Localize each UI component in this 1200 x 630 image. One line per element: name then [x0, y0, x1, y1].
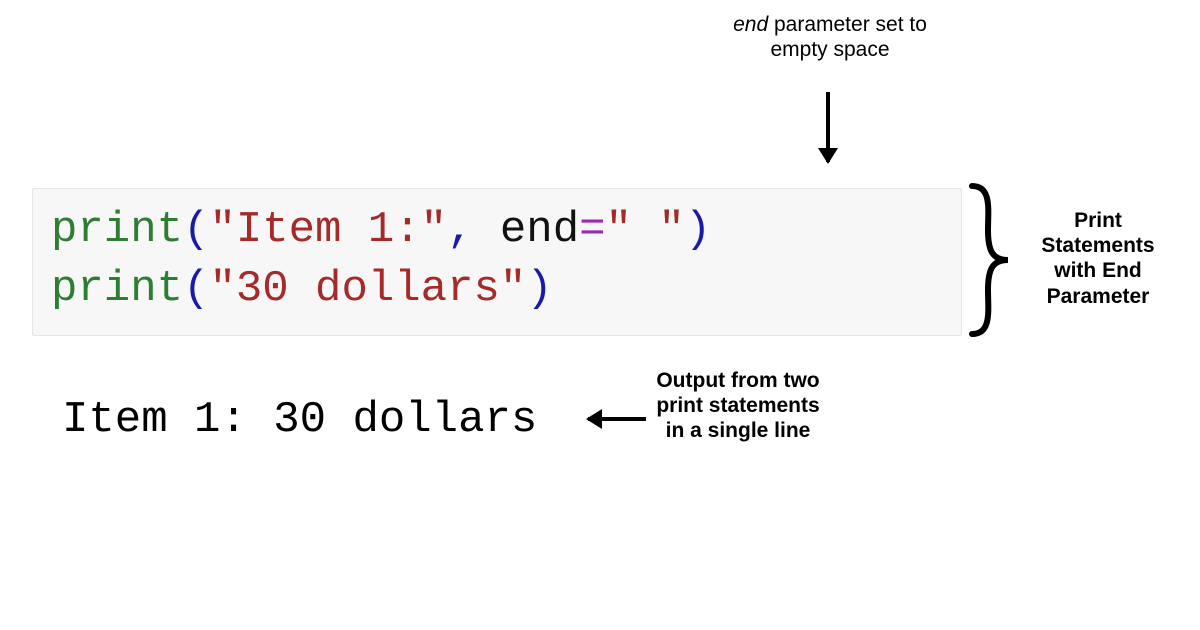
- curly-brace-icon: [964, 180, 1014, 340]
- output-text: Item 1: 30 dollars: [62, 395, 537, 445]
- annotation-end-parameter: end parameter set to empty space: [720, 12, 940, 62]
- code-block: print("Item 1:", end=" ") print("30 doll…: [32, 188, 962, 336]
- arrow-down-icon: [826, 92, 830, 162]
- annotation-print-statements: Print Statements with End Parameter: [1018, 208, 1178, 309]
- annotation-end-italic: end: [733, 13, 768, 36]
- arrow-left-icon: [588, 417, 646, 421]
- annotation-output: Output from two print statements in a si…: [648, 368, 828, 444]
- code-line-2: print("30 dollars"): [51, 264, 553, 314]
- code-line-1: print("Item 1:", end=" "): [51, 205, 711, 255]
- annotation-end-rest: parameter set to empty space: [768, 13, 927, 61]
